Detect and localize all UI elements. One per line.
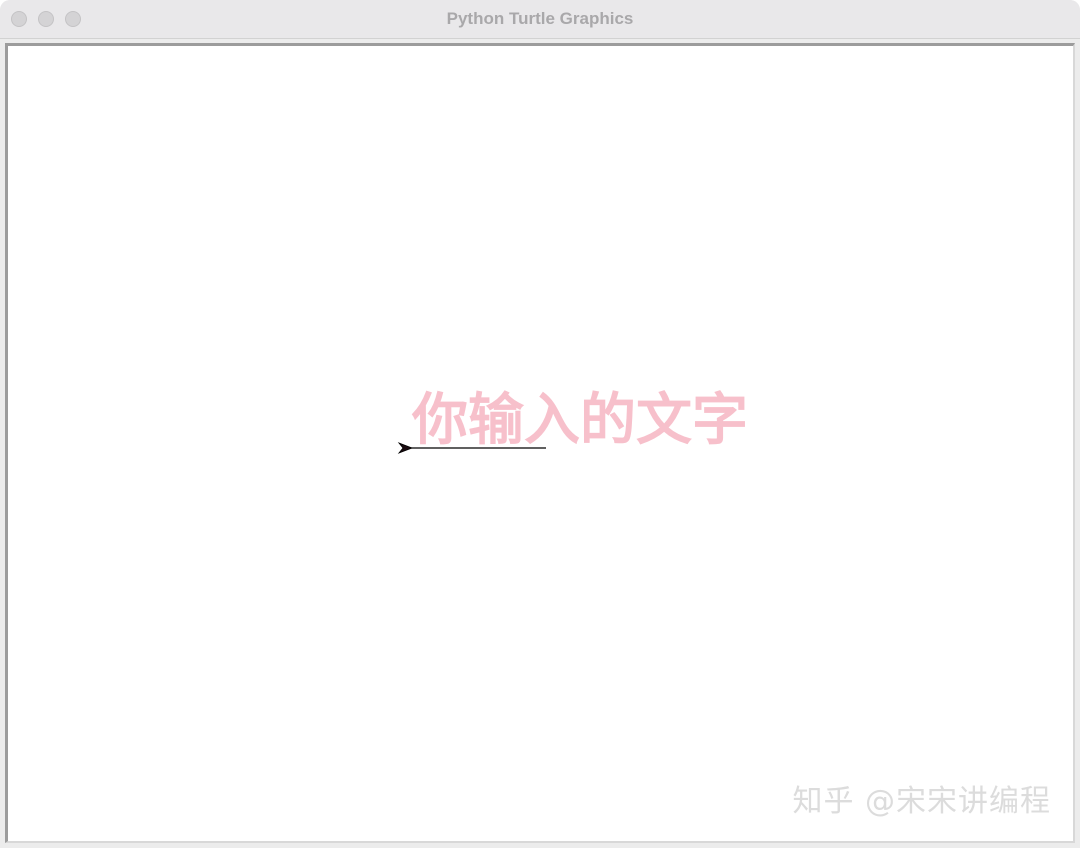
turtle-canvas[interactable]: 你输入的文字 知乎 @宋宋讲编程 [8,46,1073,841]
watermark-text: 知乎 @宋宋讲编程 [792,784,1051,819]
turtle-canvas-frame: 你输入的文字 知乎 @宋宋讲编程 [5,43,1075,843]
drawing-layer [397,442,546,454]
title-bar[interactable]: Python Turtle Graphics [0,0,1080,39]
turtle-arrow-icon [397,442,414,454]
window-title: Python Turtle Graphics [446,9,634,28]
turtle-window: Python Turtle Graphics 你输入的文字 知乎 @宋宋讲编程 [0,0,1080,848]
